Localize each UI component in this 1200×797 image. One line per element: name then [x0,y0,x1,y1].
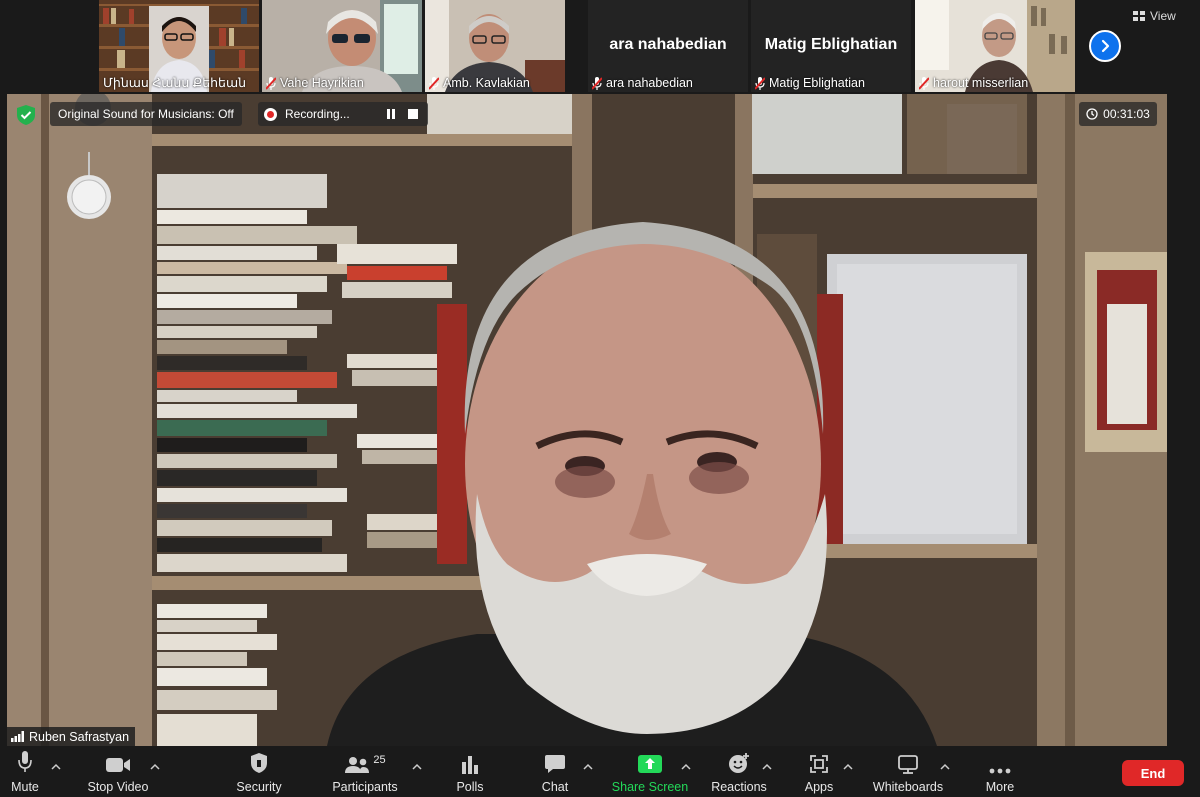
participant-tile[interactable]: harout misserlian [915,0,1075,92]
recording-indicator: Recording... [258,102,428,126]
participant-name: Vahe Hayrikian [266,76,364,90]
mic-muted-icon [592,76,602,90]
participants-options-caret[interactable] [412,758,422,770]
participant-tile[interactable]: Vahe Hayrikian [262,0,422,92]
more-dots-icon [989,768,1011,774]
grid-view-icon [1133,10,1145,21]
participant-tile[interactable]: Amb. Kavlakian [425,0,565,92]
chevron-up-icon [681,763,691,770]
smiley-add-icon [729,753,749,773]
speaker-video-feed [7,94,1167,746]
participant-name: Մինաս Հանս Քեհեան [103,76,247,90]
encryption-shield-icon[interactable] [14,104,38,126]
zoom-meeting-window: Մինաս Հանս Քեհեան Vahe Hayrikian Amb. Ka… [0,0,1200,797]
security-button[interactable]: Security [234,746,284,797]
chevron-up-icon [51,763,61,770]
mic-muted-icon [755,76,765,90]
whiteboards-button[interactable]: Whiteboards [870,746,946,797]
participant-display-name: ara nahabedian [609,36,727,53]
original-sound-toggle[interactable]: Original Sound for Musicians: Off [50,102,242,126]
audio-options-caret[interactable] [51,758,61,770]
mic-muted-icon [429,76,439,90]
video-camera-icon [106,758,130,772]
microphone-icon [18,751,32,772]
participants-button[interactable]: 25 Participants [330,746,400,797]
shield-icon [251,753,267,773]
active-speaker-video[interactable] [7,94,1167,746]
recording-label: Recording... [285,107,350,121]
clock-icon [1086,108,1098,120]
chat-bubble-icon [545,755,565,773]
participant-name: harout misserlian [919,76,1028,90]
chevron-up-icon [843,763,853,770]
meeting-timer: 00:31:03 [1079,102,1157,126]
next-page-button[interactable] [1089,30,1121,62]
participant-name: Matig Eblighatian [755,76,865,90]
apps-options-caret[interactable] [843,758,853,770]
stop-icon [408,109,418,119]
record-icon [264,107,277,121]
chevron-right-icon [1101,39,1110,53]
reactions-button[interactable]: Reactions [710,746,768,797]
mic-muted-icon [919,76,929,90]
meeting-toolbar: Mute Stop Video Security 25 Participants… [0,746,1200,797]
signal-strength-icon [11,731,24,742]
share-screen-button[interactable]: Share Screen [612,746,688,797]
participant-tile[interactable]: ara nahabedian ara nahabedian [588,0,748,92]
whiteboards-options-caret[interactable] [940,758,950,770]
apps-icon [810,755,828,773]
chevron-up-icon [583,763,593,770]
gallery-strip: Մինաս Հանս Քեհեան Vahe Hayrikian Amb. Ka… [0,0,1200,94]
more-button[interactable]: More [982,746,1018,797]
whiteboard-icon [898,755,918,774]
chevron-up-icon [150,763,160,770]
participant-name: Amb. Kavlakian [429,76,530,90]
participants-icon [345,757,370,773]
mute-button[interactable]: Mute [4,746,46,797]
pause-recording-button[interactable] [384,107,398,121]
participant-display-name: Matig Eblighatian [764,36,898,53]
view-button[interactable]: View [1133,7,1176,25]
participant-name: ara nahabedian [592,76,693,90]
stop-recording-button[interactable] [406,107,420,121]
polls-button[interactable]: Polls [452,746,488,797]
pause-icon [387,109,395,119]
participant-tile[interactable]: Մինաս Հանս Քեհեան [99,0,259,92]
mic-muted-icon [266,76,276,90]
chevron-up-icon [412,763,422,770]
chat-options-caret[interactable] [583,758,593,770]
participant-tile[interactable]: Matig Eblighatian Matig Eblighatian [751,0,911,92]
apps-button[interactable]: Apps [801,746,837,797]
active-speaker-label: Ruben Safrastyan [7,727,136,746]
stop-video-button[interactable]: Stop Video [84,746,152,797]
reactions-options-caret[interactable] [762,758,772,770]
end-meeting-button[interactable]: End [1122,760,1184,786]
video-options-caret[interactable] [150,758,160,770]
chevron-up-icon [940,763,950,770]
chevron-up-icon [762,763,772,770]
chat-button[interactable]: Chat [538,746,572,797]
share-screen-icon [638,755,662,773]
share-options-caret[interactable] [681,758,691,770]
participants-count: 25 [373,754,386,766]
bar-chart-icon [462,756,478,774]
